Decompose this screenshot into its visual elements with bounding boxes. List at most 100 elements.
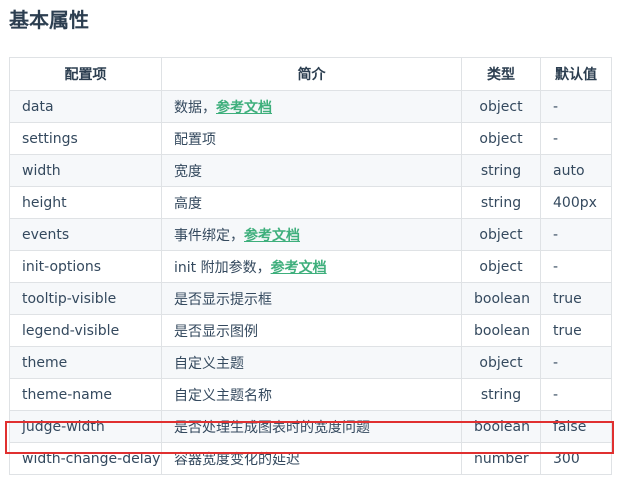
cell-name: events — [9, 218, 162, 251]
cell-name-text: judge-width — [22, 418, 105, 435]
cell-name: width — [9, 154, 162, 187]
reference-doc-link[interactable]: 参考文档 — [216, 100, 272, 116]
cell-type-text: string — [480, 386, 522, 403]
table-row: height 高度 string 400px — [9, 186, 612, 219]
cell-desc-text: 事件绑定， — [174, 227, 244, 244]
cell-desc: 配置项 — [161, 122, 462, 155]
cell-desc-text: 自定义主题名称 — [174, 387, 272, 404]
cell-default: - — [540, 346, 612, 379]
cell-type: string — [461, 186, 541, 219]
cell-name-text: legend-visible — [22, 322, 120, 339]
table-row: data 数据，参考文档 object - — [9, 90, 612, 123]
cell-desc-text: 是否处理生成图表时的宽度问题 — [174, 419, 370, 436]
cell-type: object — [461, 122, 541, 155]
cell-default: 400px — [540, 186, 612, 219]
cell-desc-text: 自定义主题 — [174, 355, 244, 372]
cell-desc: 事件绑定，参考文档 — [161, 218, 462, 251]
cell-type-text: number — [474, 450, 529, 467]
cell-default: false — [540, 410, 612, 443]
cell-desc: 数据，参考文档 — [161, 90, 462, 123]
cell-default-text: - — [553, 98, 559, 115]
cell-type: object — [461, 250, 541, 283]
cell-type: object — [461, 346, 541, 379]
cell-desc: 高度 — [161, 186, 462, 219]
table-row: legend-visible 是否显示图例 boolean true — [9, 314, 612, 347]
cell-type-text: string — [480, 194, 522, 211]
cell-type-text: object — [479, 226, 523, 243]
cell-type-text: boolean — [474, 418, 530, 435]
table-header-row: 配置项 简介 类型 默认值 — [9, 57, 612, 91]
cell-desc-text: 高度 — [174, 195, 202, 212]
cell-default-text: 300 — [553, 450, 580, 467]
cell-type-text: object — [479, 258, 523, 275]
cell-name: height — [9, 186, 162, 219]
cell-default: auto — [540, 154, 612, 187]
table-row: settings 配置项 object - — [9, 122, 612, 155]
cell-desc-text: 是否显示提示框 — [174, 291, 272, 308]
table-row: width-change-delay 容器宽度变化的延迟 number 300 — [9, 442, 612, 475]
cell-type-text: object — [479, 354, 523, 371]
cell-desc: 宽度 — [161, 154, 462, 187]
cell-type-text: boolean — [474, 322, 530, 339]
cell-desc-text: 容器宽度变化的延迟 — [174, 451, 300, 468]
cell-type: string — [461, 378, 541, 411]
header-default: 默认值 — [540, 57, 612, 91]
cell-desc: 是否显示图例 — [161, 314, 462, 347]
reference-doc-link[interactable]: 参考文档 — [244, 228, 300, 244]
cell-type: boolean — [461, 410, 541, 443]
cell-default-text: false — [553, 418, 587, 435]
cell-default: - — [540, 250, 612, 283]
cell-desc-text: 是否显示图例 — [174, 323, 258, 340]
cell-desc: 自定义主题名称 — [161, 378, 462, 411]
cell-default-text: - — [553, 258, 559, 275]
cell-type: object — [461, 218, 541, 251]
table-row: judge-width 是否处理生成图表时的宽度问题 boolean false — [9, 410, 612, 443]
table-row: tooltip-visible 是否显示提示框 boolean true — [9, 282, 612, 315]
cell-desc-text: 配置项 — [174, 131, 216, 148]
cell-default: true — [540, 282, 612, 315]
table-row: width 宽度 string auto — [9, 154, 612, 187]
cell-name-text: height — [22, 194, 67, 211]
reference-doc-link[interactable]: 参考文档 — [271, 260, 327, 276]
cell-type-text: boolean — [474, 290, 530, 307]
cell-type: object — [461, 90, 541, 123]
cell-desc: 是否处理生成图表时的宽度问题 — [161, 410, 462, 443]
cell-default: - — [540, 90, 612, 123]
cell-desc-text: 宽度 — [174, 163, 202, 180]
cell-desc-text: 数据， — [174, 99, 216, 116]
cell-name-text: tooltip-visible — [22, 290, 117, 307]
cell-default-text: - — [553, 226, 559, 243]
cell-name: width-change-delay — [9, 442, 162, 475]
cell-desc: init 附加参数，参考文档 — [161, 250, 462, 283]
cell-name: init-options — [9, 250, 162, 283]
cell-name: settings — [9, 122, 162, 155]
cell-type: number — [461, 442, 541, 475]
cell-default: true — [540, 314, 612, 347]
section-title: 基本属性 — [9, 8, 89, 32]
cell-default-text: true — [553, 290, 582, 307]
cell-default: - — [540, 122, 612, 155]
table-row: events 事件绑定，参考文档 object - — [9, 218, 612, 251]
cell-default: 300 — [540, 442, 612, 475]
cell-default-text: - — [553, 354, 559, 371]
cell-name-text: data — [22, 98, 54, 115]
cell-type: string — [461, 154, 541, 187]
header-desc: 简介 — [161, 57, 462, 91]
table-row: init-options init 附加参数，参考文档 object - — [9, 250, 612, 283]
cell-default-text: - — [553, 386, 559, 403]
cell-desc: 容器宽度变化的延迟 — [161, 442, 462, 475]
cell-desc: 是否显示提示框 — [161, 282, 462, 315]
cell-name: judge-width — [9, 410, 162, 443]
cell-name-text: theme — [22, 354, 68, 371]
cell-default: - — [540, 378, 612, 411]
cell-name-text: settings — [22, 130, 78, 147]
cell-name: legend-visible — [9, 314, 162, 347]
cell-name-text: width-change-delay — [22, 450, 161, 467]
cell-default-text: - — [553, 130, 559, 147]
cell-default-text: auto — [553, 162, 585, 179]
cell-name: theme-name — [9, 378, 162, 411]
cell-type: boolean — [461, 282, 541, 315]
cell-default-text: true — [553, 322, 582, 339]
cell-name-text: theme-name — [22, 386, 112, 403]
props-table: 配置项 简介 类型 默认值 data 数据，参考文档 object - settings… — [9, 57, 612, 475]
